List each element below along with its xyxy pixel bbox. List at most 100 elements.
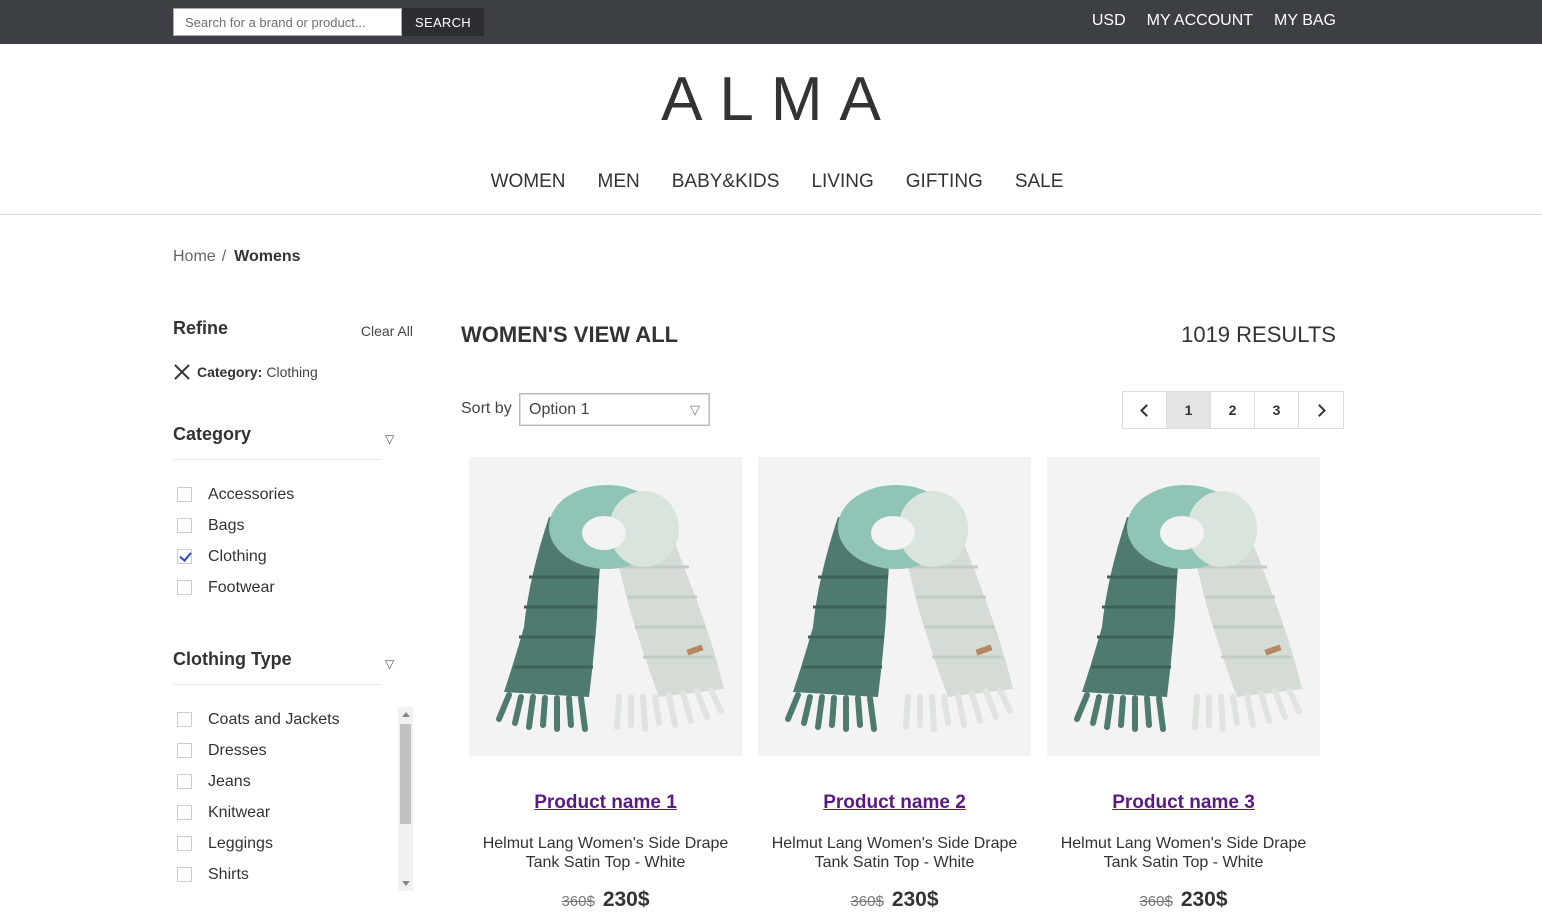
- pagination: 1 2 3: [1122, 391, 1344, 429]
- nav-item-gifting[interactable]: GIFTING: [906, 171, 983, 193]
- scarf-image: [758, 457, 1031, 756]
- product-image[interactable]: [1047, 457, 1320, 756]
- filter-option-label: Clothing: [208, 547, 267, 565]
- facet-title[interactable]: Clothing Type: [173, 649, 413, 670]
- site-logo[interactable]: ALMA: [0, 64, 1542, 135]
- chevron-right-icon: [1313, 403, 1326, 417]
- filter-option[interactable]: Coats and Jackets: [173, 704, 340, 735]
- product-name-link[interactable]: Product name 2: [758, 792, 1031, 814]
- my-account-link[interactable]: MY ACCOUNT: [1147, 12, 1253, 30]
- product-description-line: Tank Satin Top - White: [525, 854, 686, 871]
- checkbox[interactable]: [177, 712, 192, 727]
- page-button-3[interactable]: 3: [1255, 392, 1299, 428]
- active-filter: Category: Clothing: [173, 363, 318, 380]
- filter-option[interactable]: Leggings: [173, 828, 340, 859]
- divider: [173, 459, 380, 460]
- product-image[interactable]: [469, 457, 742, 756]
- product-image[interactable]: [758, 457, 1031, 756]
- facet-scrollbar[interactable]: [398, 707, 413, 891]
- filter-option[interactable]: Jeans: [173, 766, 340, 797]
- facet-list: Accessories Bags Clothing Footwear: [173, 479, 294, 603]
- scarf-image: [469, 457, 742, 756]
- nav-item-sale[interactable]: SALE: [1015, 171, 1064, 193]
- my-bag-link[interactable]: MY BAG: [1274, 12, 1336, 30]
- product-card[interactable]: Product name 2 Helmut Lang Women's Side …: [758, 457, 1031, 912]
- active-filter-value: Clothing: [266, 363, 318, 380]
- checkbox[interactable]: [177, 805, 192, 820]
- product-name-link[interactable]: Product name 3: [1047, 792, 1320, 814]
- scroll-down-arrow[interactable]: [402, 881, 410, 886]
- nav-item-women[interactable]: WOMEN: [491, 171, 566, 193]
- filter-option-label: Footwear: [208, 578, 275, 596]
- checkbox-checked[interactable]: [177, 549, 192, 564]
- sort-label: Sort by: [461, 400, 512, 417]
- search-input[interactable]: [173, 8, 402, 36]
- filter-option-label: Jeans: [208, 772, 251, 790]
- page-button-2[interactable]: 2: [1211, 392, 1255, 428]
- filter-option-label: Leggings: [208, 834, 273, 852]
- nav-divider: [0, 214, 1542, 215]
- checkbox[interactable]: [177, 518, 192, 533]
- filter-option[interactable]: Bags: [173, 510, 294, 541]
- checkbox[interactable]: [177, 487, 192, 502]
- checkbox[interactable]: [177, 774, 192, 789]
- chevron-down-icon[interactable]: ▽: [385, 657, 394, 671]
- product-price: 360$ 230$: [1047, 888, 1320, 912]
- chevron-down-icon: ▽: [690, 401, 700, 417]
- product-description-line: Tank Satin Top - White: [1103, 854, 1264, 871]
- sort-selected-value: Option 1: [529, 400, 590, 418]
- old-price: 360$: [850, 893, 884, 910]
- filter-option[interactable]: Footwear: [173, 572, 294, 603]
- filter-option-label: Knitwear: [208, 803, 271, 821]
- sale-price: 230$: [891, 888, 939, 911]
- product-description-line: Tank Satin Top - White: [814, 854, 975, 871]
- product-description-line: Helmut Lang Women's Side Drape: [1060, 835, 1307, 852]
- close-icon[interactable]: [173, 363, 190, 380]
- breadcrumb-home[interactable]: Home: [173, 248, 216, 266]
- chevron-down-icon[interactable]: ▽: [385, 432, 394, 446]
- active-filter-label: Category:: [197, 363, 263, 380]
- filter-option-label: Accessories: [208, 485, 295, 503]
- top-bar: SEARCH USD MY ACCOUNT MY BAG: [0, 0, 1542, 44]
- search-button[interactable]: SEARCH: [402, 8, 484, 36]
- scroll-thumb[interactable]: [400, 724, 411, 824]
- old-price: 360$: [561, 893, 595, 910]
- filter-option[interactable]: Dresses: [173, 735, 340, 766]
- product-description: Helmut Lang Women's Side Drape Tank Sati…: [469, 834, 742, 872]
- product-card[interactable]: Product name 1 Helmut Lang Women's Side …: [469, 457, 742, 912]
- refine-title: Refine: [173, 318, 229, 338]
- filter-option[interactable]: Accessories: [173, 479, 294, 510]
- facet-clothing-type: Clothing Type ▽ Coats and Jackets Dresse…: [173, 649, 413, 883]
- nav-item-living[interactable]: LIVING: [811, 171, 873, 193]
- prev-page-button[interactable]: [1123, 392, 1167, 428]
- page-button-1[interactable]: 1: [1167, 392, 1211, 428]
- checkbox[interactable]: [177, 836, 192, 851]
- nav-item-men[interactable]: MEN: [598, 171, 640, 193]
- next-page-button[interactable]: [1299, 392, 1343, 428]
- checkbox[interactable]: [177, 580, 192, 595]
- sort-select[interactable]: Option 1 ▽: [519, 393, 710, 426]
- product-description-line: Helmut Lang Women's Side Drape: [771, 835, 1018, 852]
- checkbox[interactable]: [177, 867, 192, 882]
- filter-option-label: Coats and Jackets: [208, 710, 340, 728]
- top-links: USD MY ACCOUNT MY BAG: [1092, 12, 1336, 30]
- facet-title[interactable]: Category: [173, 424, 413, 445]
- nav-item-baby-kids[interactable]: BABY&KIDS: [672, 171, 780, 193]
- filter-option[interactable]: Clothing: [173, 541, 294, 572]
- chevron-left-icon: [1139, 403, 1153, 417]
- filter-option-label: Dresses: [208, 741, 267, 759]
- sale-price: 230$: [602, 888, 650, 911]
- clear-all-link[interactable]: Clear All: [361, 323, 413, 339]
- product-card[interactable]: Product name 3 Helmut Lang Women's Side …: [1047, 457, 1320, 912]
- results-count: 1019 RESULTS: [1181, 322, 1336, 347]
- sale-price: 230$: [1180, 888, 1228, 911]
- page-title: WOMEN'S VIEW ALL: [461, 322, 679, 347]
- checkbox[interactable]: [177, 743, 192, 758]
- scroll-up-arrow[interactable]: [402, 712, 410, 717]
- currency-selector[interactable]: USD: [1092, 12, 1126, 30]
- product-name-link[interactable]: Product name 1: [469, 792, 742, 814]
- facet-category: Category ▽ Accessories Bags Clothing Foo…: [173, 424, 413, 596]
- product-price: 360$ 230$: [758, 888, 1031, 912]
- filter-option[interactable]: Shirts: [173, 859, 340, 890]
- filter-option[interactable]: Knitwear: [173, 797, 340, 828]
